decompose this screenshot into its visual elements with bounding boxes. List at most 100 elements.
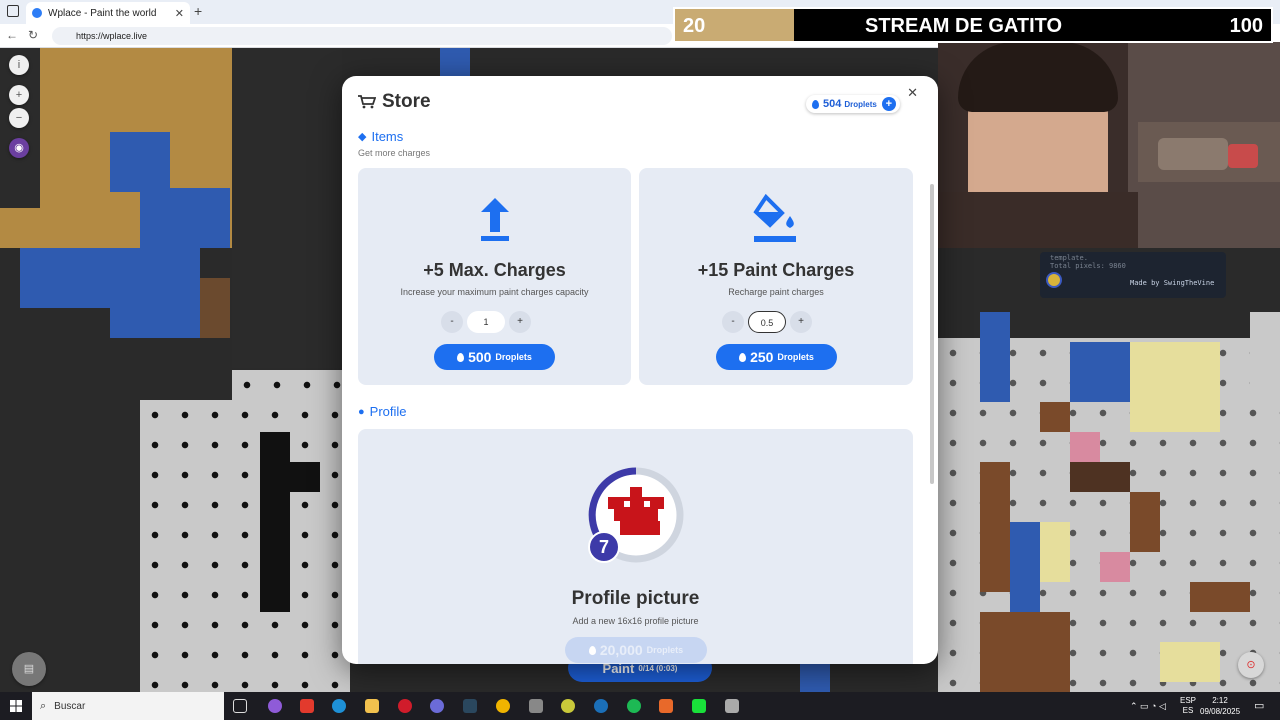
- buy-button[interactable]: 250 Droplets: [716, 344, 837, 370]
- calculator-icon[interactable]: [725, 699, 739, 713]
- webcam-feed: [938, 42, 1280, 248]
- clock-time: 2:12: [1212, 696, 1228, 705]
- spotify-icon[interactable]: [627, 699, 641, 713]
- pixel-region: [260, 432, 290, 612]
- store-title: Store: [358, 91, 431, 113]
- pixel-region: [110, 278, 200, 338]
- app-icon[interactable]: [561, 699, 575, 713]
- modal-scrollbar[interactable]: [930, 184, 934, 484]
- map-layers-icon[interactable]: ▤: [12, 652, 46, 686]
- template-plugin-panel: template. Total pixels: 9860 Made by Swi…: [1040, 252, 1226, 298]
- item-card-max-charges: +5 Max. Charges Increase your maximum pa…: [358, 168, 631, 385]
- pixel-region: [110, 132, 170, 192]
- zoom-in-icon[interactable]: +: [9, 85, 29, 105]
- info-icon[interactable]: i: [9, 55, 29, 75]
- profile-item-title: Profile picture: [571, 588, 700, 609]
- pixel-region: [140, 188, 230, 248]
- new-tab-icon[interactable]: +: [194, 3, 202, 19]
- quantity-field[interactable]: 1: [467, 311, 505, 333]
- item-title: +5 Max. Charges: [423, 260, 566, 280]
- tab-title: Wplace - Paint the world: [48, 7, 157, 19]
- close-icon[interactable]: ✕: [907, 85, 918, 101]
- plugin-credit: Made by SwingTheVine: [1130, 279, 1215, 287]
- pixel-region: [980, 312, 1010, 402]
- close-tab-icon[interactable]: ✕: [175, 7, 184, 20]
- pixel-region: [980, 612, 1070, 692]
- url-field[interactable]: https://wplace.live: [52, 27, 672, 45]
- quantity-field[interactable]: 0.5: [748, 311, 786, 333]
- item-card-paint-charges: +15 Paint Charges Recharge paint charges…: [639, 168, 913, 385]
- plugin-line: Total pixels: 9860: [1050, 262, 1126, 270]
- person-icon: ●: [358, 405, 365, 418]
- windows-start-icon[interactable]: [10, 700, 22, 712]
- pixel-region: [1100, 552, 1130, 582]
- pixel-region: [200, 278, 230, 338]
- level-badge: 7: [588, 531, 620, 563]
- blue-marble-icon[interactable]: ◉: [9, 138, 29, 158]
- zoom-out-icon[interactable]: −: [9, 108, 29, 128]
- pixel-grid: [140, 400, 350, 692]
- notification-icon[interactable]: ▭: [1254, 699, 1264, 712]
- droplet-balance[interactable]: 504 Droplets +: [806, 95, 900, 113]
- item-title: +15 Paint Charges: [697, 260, 855, 280]
- taskbar-search[interactable]: ⌕ Buscar: [32, 692, 224, 720]
- app-icon[interactable]: [659, 699, 673, 713]
- increment-button[interactable]: +: [790, 311, 812, 333]
- droplet-icon: [457, 352, 465, 362]
- pixel-region: [290, 462, 320, 492]
- app-icon[interactable]: [300, 699, 314, 713]
- clock-date: 09/08/2025: [1200, 707, 1241, 716]
- increment-button[interactable]: +: [509, 311, 531, 333]
- browser-tab[interactable]: Wplace - Paint the world ✕: [26, 2, 190, 24]
- price-unit: Droplets: [777, 352, 814, 362]
- balance-unit: Droplets: [844, 99, 877, 109]
- search-icon: ⌕: [40, 699, 47, 712]
- quantity-stepper: - 0.5 +: [722, 311, 812, 333]
- app-icon[interactable]: [594, 699, 608, 713]
- clock[interactable]: 2:12 09/08/2025: [1200, 695, 1240, 717]
- pixel-region: [1010, 522, 1040, 612]
- kick-icon[interactable]: [692, 699, 706, 713]
- app-icon[interactable]: [529, 699, 543, 713]
- plugin-avatar-icon[interactable]: [1046, 272, 1062, 288]
- steam-icon[interactable]: [463, 699, 477, 713]
- pixel-region: [1250, 312, 1280, 402]
- buy-button[interactable]: 500 Droplets: [434, 344, 555, 370]
- profile-title: Profile: [369, 404, 407, 419]
- add-droplets-icon[interactable]: +: [881, 97, 896, 111]
- paint-counts: 0/14 (0:03): [638, 663, 678, 673]
- price-unit: Droplets: [646, 645, 684, 655]
- items-title: Items: [371, 129, 404, 144]
- url-text: https://wplace.live: [76, 31, 148, 41]
- task-view-icon[interactable]: [233, 699, 247, 713]
- language-indicator[interactable]: ESP ES: [1180, 696, 1196, 716]
- droplet-icon: [812, 99, 819, 109]
- store-title-text: Store: [382, 91, 431, 112]
- edge-icon[interactable]: [332, 699, 346, 713]
- pixel-region: [980, 462, 1010, 592]
- item-desc: Recharge paint charges: [728, 287, 824, 297]
- app-icon[interactable]: [268, 699, 282, 713]
- pixel-grid: [232, 370, 342, 410]
- opera-icon[interactable]: [398, 699, 412, 713]
- price: 500: [468, 349, 492, 365]
- file-explorer-icon[interactable]: [365, 699, 379, 713]
- pixel-region: [1130, 492, 1160, 552]
- chrome-icon[interactable]: [496, 699, 510, 713]
- items-heading: ◆ Items: [358, 129, 403, 144]
- buy-profile-button[interactable]: 20,000 Droplets: [565, 637, 707, 663]
- pixel-region: [1160, 642, 1220, 682]
- pixel-region: [1130, 342, 1220, 432]
- back-reload-icons[interactable]: ←↻: [6, 28, 48, 42]
- decrement-button[interactable]: -: [441, 311, 463, 333]
- goal-title: STREAM DE GATITO: [865, 15, 1063, 37]
- taskbar: ⌕ Buscar ⌃ ▭ ◔ ◁ ESP ES 2:12 09/08/2025 …: [0, 692, 1280, 720]
- window-menu-icon[interactable]: [7, 5, 19, 17]
- lang-bottom: ES: [1182, 706, 1194, 715]
- app-icon[interactable]: [430, 699, 444, 713]
- tray-icons[interactable]: ⌃ ▭ ◔ ◁: [1130, 701, 1166, 712]
- pixel-region: [800, 662, 830, 692]
- decrement-button[interactable]: -: [722, 311, 744, 333]
- locate-icon[interactable]: ⊙: [1238, 652, 1264, 678]
- paint-bucket-icon: [753, 194, 796, 242]
